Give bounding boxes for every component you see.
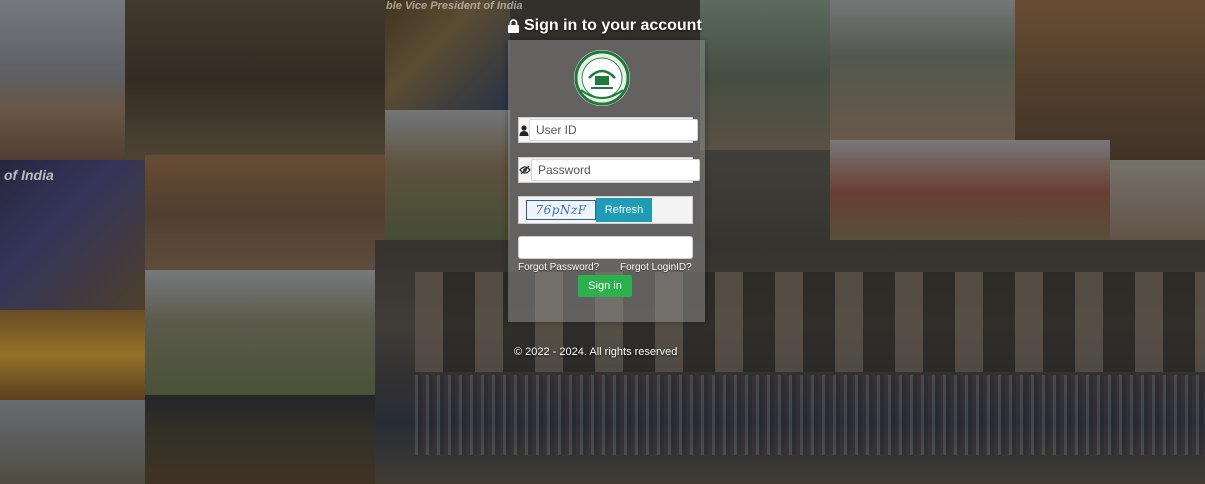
userid-field [518, 117, 698, 143]
password-field [518, 157, 700, 183]
refresh-captcha-button[interactable]: Refresh [596, 198, 652, 222]
sign-in-button[interactable]: Sign in [578, 275, 632, 297]
captcha-image: 76pNzF [526, 200, 596, 220]
lock-icon [508, 19, 519, 33]
captcha-input[interactable] [518, 236, 693, 259]
login-title-text: Sign in to your account [524, 17, 702, 34]
login-title: Sign in to your account [507, 17, 707, 35]
captcha-row: 76pNzF Refresh [518, 196, 693, 224]
login-page: ble Vice President of India of India Sig… [0, 0, 1205, 484]
copyright-text: © 2022 - 2024. All rights reserved [514, 346, 678, 358]
user-icon [519, 118, 529, 142]
password-input[interactable] [531, 159, 700, 181]
eye-slash-icon[interactable] [519, 158, 531, 182]
userid-input[interactable] [529, 119, 698, 141]
forgot-password-link[interactable]: Forgot Password? [518, 262, 599, 273]
university-logo [574, 50, 630, 106]
forgot-loginid-link[interactable]: Forgot LoginID? [620, 262, 692, 273]
